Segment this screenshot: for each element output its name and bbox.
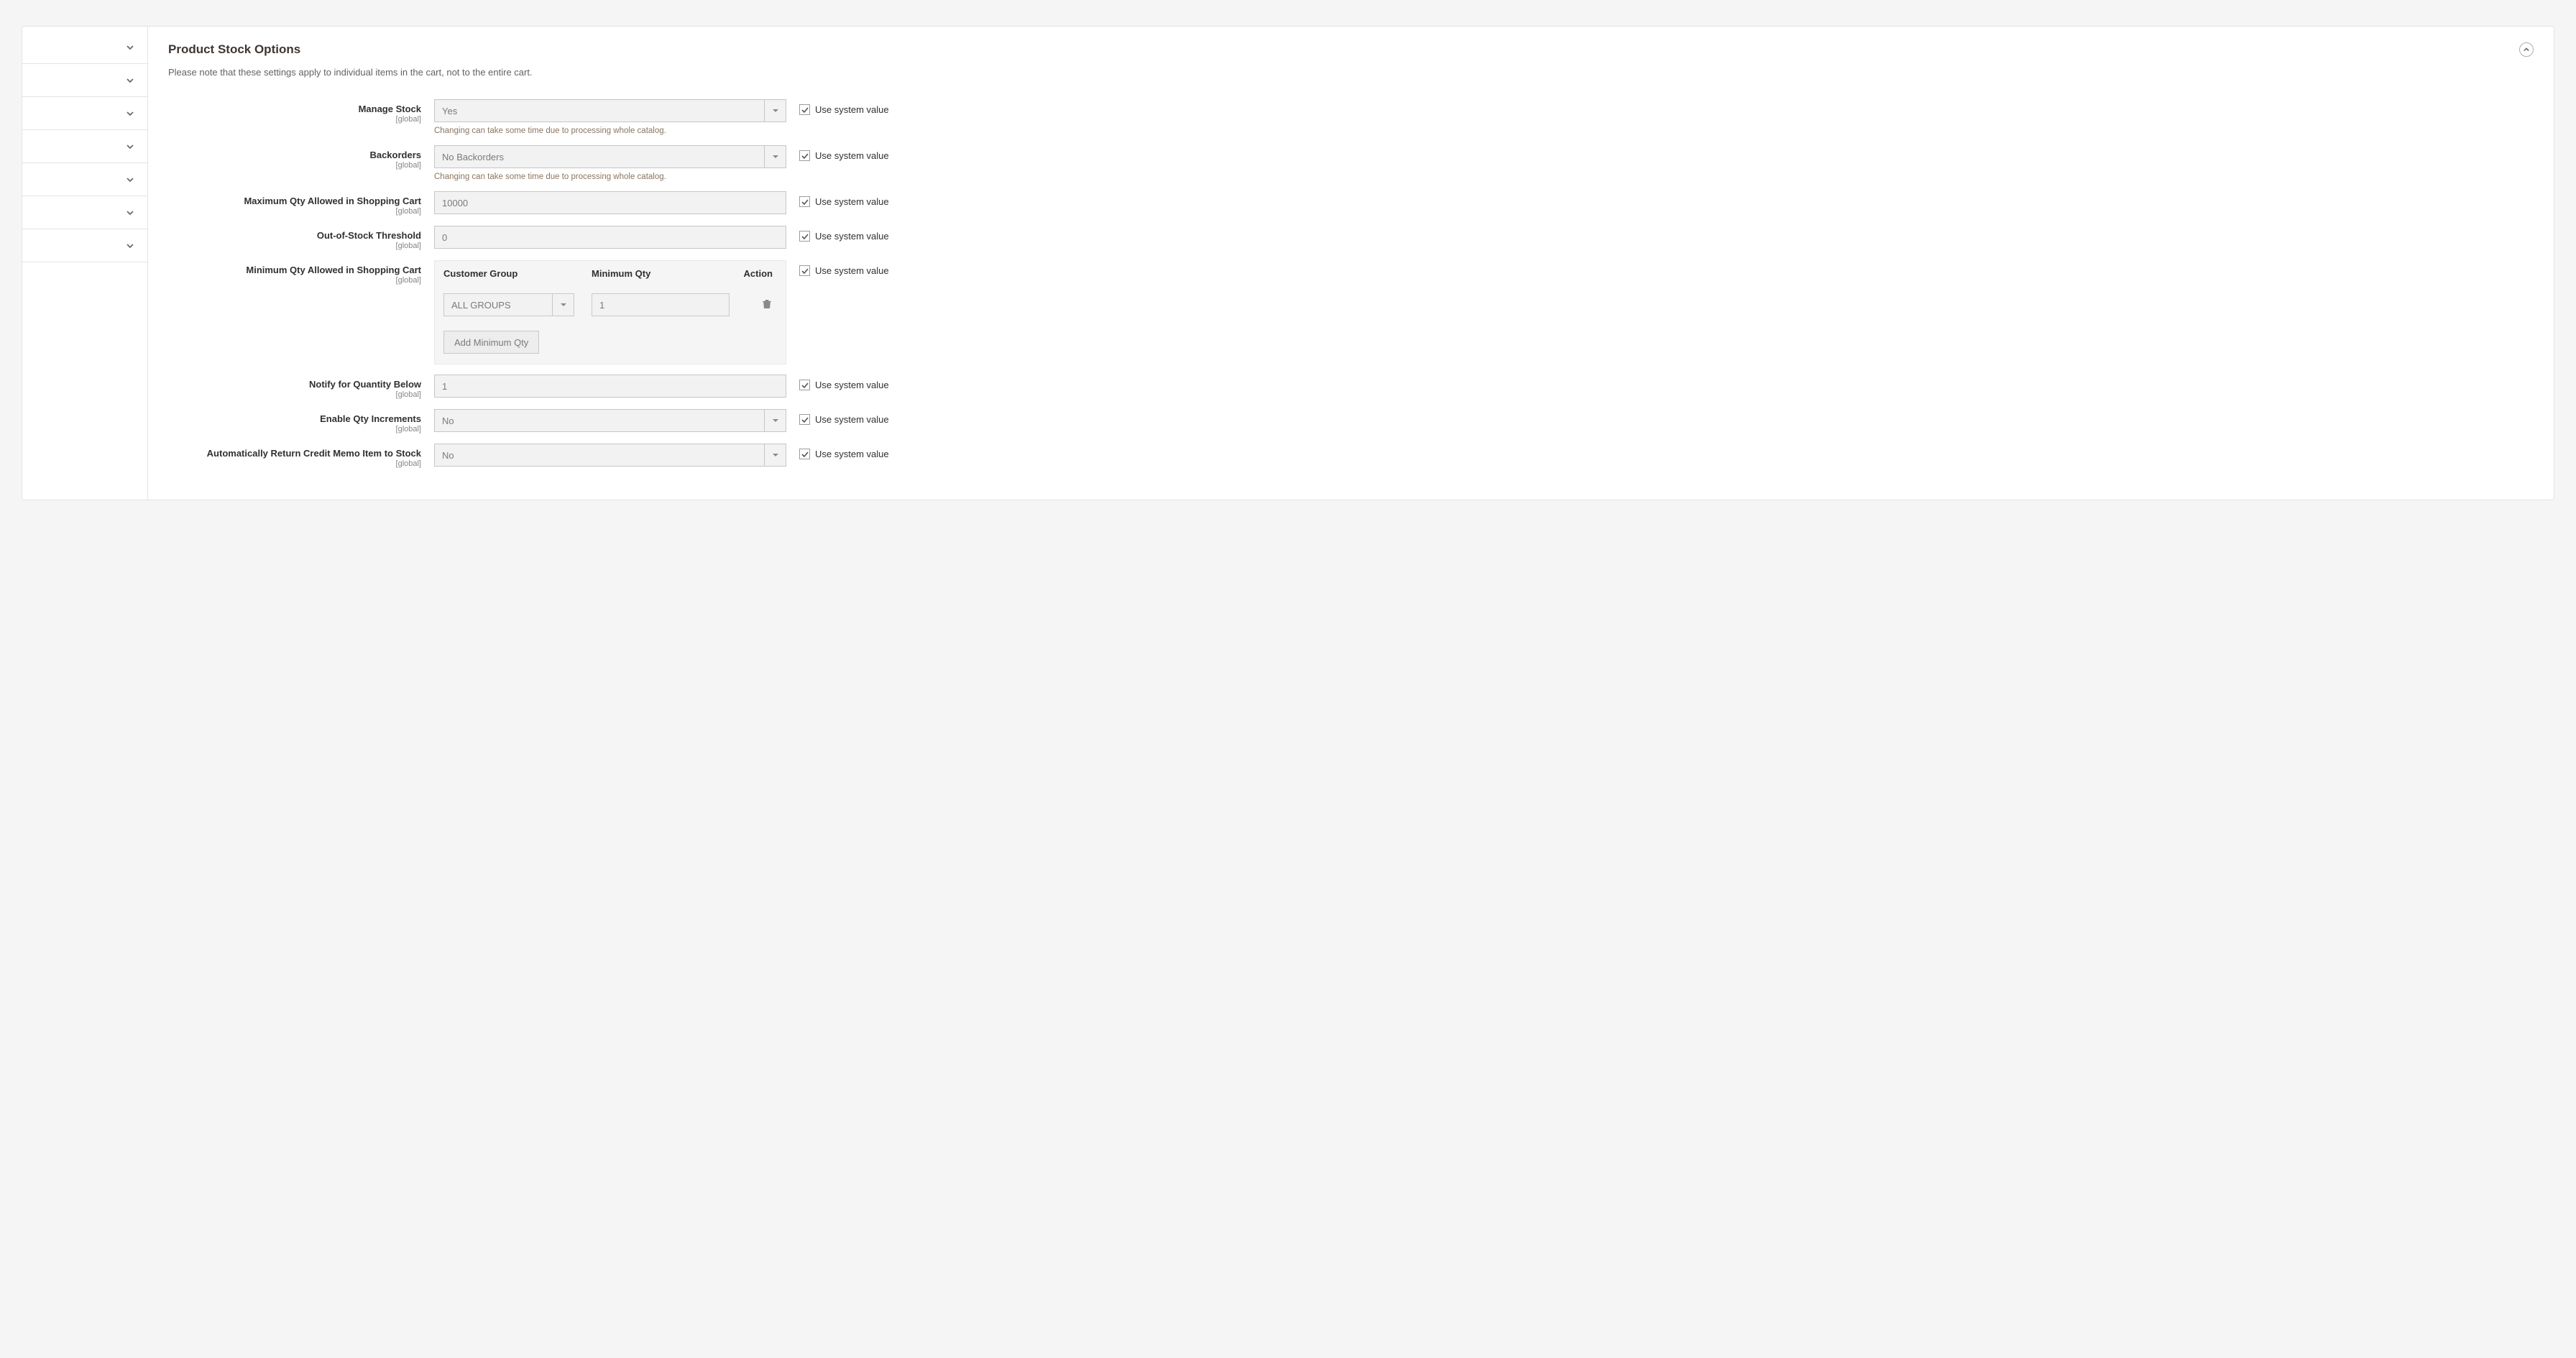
sidebar-item[interactable] <box>22 229 147 262</box>
use-system-value-label: Use system value <box>815 380 889 390</box>
use-system-value-checkbox[interactable] <box>799 414 810 425</box>
trash-icon <box>761 298 773 310</box>
table-header: Action <box>732 268 777 279</box>
chevron-down-icon <box>764 100 786 121</box>
field-label: Backorders <box>168 150 421 160</box>
sidebar <box>22 27 148 500</box>
min-qty-input[interactable]: 1 <box>592 293 730 316</box>
use-system-value-label: Use system value <box>815 196 889 207</box>
chevron-down-icon <box>126 242 134 250</box>
use-system-value-checkbox[interactable] <box>799 196 810 207</box>
scope-label: [global] <box>168 459 421 468</box>
manage-stock-select[interactable]: Yes <box>434 99 786 122</box>
use-system-value-checkbox[interactable] <box>799 231 810 242</box>
field-label: Enable Qty Increments <box>168 413 421 424</box>
scope-label: [global] <box>168 161 421 170</box>
use-system-value-label: Use system value <box>815 231 889 242</box>
chevron-down-icon <box>764 410 786 431</box>
qty-increments-select[interactable]: No <box>434 409 786 432</box>
field-label: Minimum Qty Allowed in Shopping Cart <box>168 265 421 275</box>
chevron-down-icon <box>126 109 134 118</box>
use-system-value-label: Use system value <box>815 104 889 115</box>
customer-group-select[interactable]: ALL GROUPS <box>443 293 574 316</box>
scope-label: [global] <box>168 115 421 124</box>
notify-below-input[interactable]: 1 <box>434 375 786 398</box>
scope-label: [global] <box>168 425 421 433</box>
chevron-down-icon <box>764 444 786 466</box>
sidebar-item[interactable] <box>22 130 147 163</box>
table-row: ALL GROUPS 1 <box>435 286 786 324</box>
field-hint: Changing can take some time due to proce… <box>434 173 786 181</box>
add-minimum-qty-button[interactable]: Add Minimum Qty <box>443 331 539 354</box>
sidebar-item[interactable] <box>22 163 147 196</box>
chevron-down-icon <box>126 43 134 52</box>
chevron-down-icon <box>126 76 134 85</box>
chevron-down-icon <box>126 142 134 151</box>
scope-label: [global] <box>168 390 421 399</box>
table-header: Customer Group <box>443 268 592 279</box>
chevron-down-icon <box>764 146 786 168</box>
collapse-section-button[interactable] <box>2519 42 2534 57</box>
use-system-value-label: Use system value <box>815 150 889 161</box>
field-label: Automatically Return Credit Memo Item to… <box>168 448 421 459</box>
min-qty-table: Customer Group Minimum Qty Action ALL GR… <box>434 260 786 364</box>
scope-label: [global] <box>168 207 421 216</box>
use-system-value-label: Use system value <box>815 414 889 425</box>
field-label: Maximum Qty Allowed in Shopping Cart <box>168 196 421 206</box>
use-system-value-checkbox[interactable] <box>799 265 810 276</box>
config-panel: Product Stock Options Please note that t… <box>22 26 2554 500</box>
chevron-down-icon <box>126 175 134 184</box>
use-system-value-checkbox[interactable] <box>799 449 810 459</box>
table-header: Minimum Qty <box>592 268 732 279</box>
sidebar-item[interactable] <box>22 97 147 130</box>
scope-label: [global] <box>168 276 421 285</box>
sidebar-item[interactable] <box>22 31 147 64</box>
auto-return-select[interactable]: No <box>434 444 786 467</box>
section-note: Please note that these settings apply to… <box>168 67 2534 78</box>
scope-label: [global] <box>168 242 421 250</box>
use-system-value-label: Use system value <box>815 265 889 276</box>
sidebar-item[interactable] <box>22 64 147 97</box>
main-content: Product Stock Options Please note that t… <box>148 27 2554 500</box>
delete-row-button[interactable] <box>761 301 773 312</box>
field-label: Manage Stock <box>168 104 421 114</box>
use-system-value-checkbox[interactable] <box>799 380 810 390</box>
chevron-down-icon <box>552 294 574 316</box>
backorders-select[interactable]: No Backorders <box>434 145 786 168</box>
chevron-down-icon <box>126 208 134 217</box>
sidebar-item[interactable] <box>22 196 147 229</box>
field-label: Out-of-Stock Threshold <box>168 230 421 241</box>
oos-threshold-input[interactable]: 0 <box>434 226 786 249</box>
field-label: Notify for Quantity Below <box>168 379 421 390</box>
use-system-value-checkbox[interactable] <box>799 104 810 115</box>
use-system-value-checkbox[interactable] <box>799 150 810 161</box>
max-qty-input[interactable]: 10000 <box>434 191 786 214</box>
field-hint: Changing can take some time due to proce… <box>434 127 786 135</box>
section-title: Product Stock Options <box>168 42 300 57</box>
use-system-value-label: Use system value <box>815 449 889 459</box>
